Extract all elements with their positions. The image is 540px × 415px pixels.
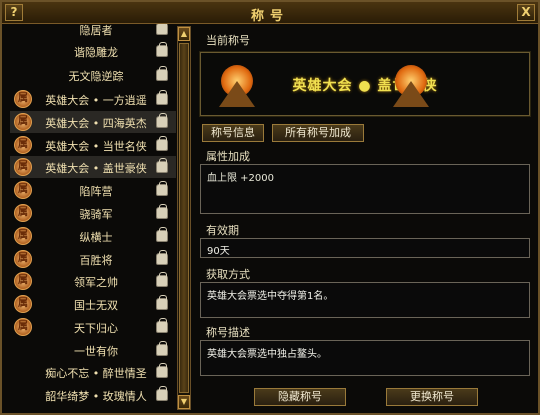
description-box: 英雄大会票选中独占鳌头。 (200, 340, 530, 376)
list-item-label: 陷阵营 (79, 185, 113, 198)
list-item[interactable]: 属 英雄大会 • 四海英杰 (10, 111, 176, 133)
lock-icon (156, 363, 168, 378)
title-badge-icon: 属 (14, 136, 32, 154)
list-item-label: 天下归心 (74, 322, 118, 335)
list-item-label: 百胜将 (79, 254, 113, 267)
sunset-emblem-icon (219, 59, 255, 109)
lock-icon (156, 204, 168, 219)
attributes-label: 属性加成 (206, 150, 250, 163)
lock-icon (156, 341, 168, 356)
title-badge-icon: 属 (14, 90, 32, 108)
title-bar: ? 称号 X (2, 2, 538, 24)
title-badge-icon: 属 (14, 204, 32, 222)
lock-icon (156, 227, 168, 242)
validity-label: 有效期 (206, 224, 239, 237)
list-item-label: 韶华绮梦 • 玫瑰情人 (45, 390, 147, 403)
attributes-box: 血上限 +2000 (200, 164, 530, 214)
close-button[interactable]: X (517, 4, 535, 21)
list-item[interactable]: 韶华绮梦 • 玫瑰情人 (10, 384, 176, 406)
title-badge-icon: 属 (14, 272, 32, 290)
lock-icon (156, 295, 168, 310)
attributes-value: 血上限 +2000 (207, 173, 275, 184)
lock-icon (156, 181, 168, 196)
list-item[interactable]: 隐居者 (10, 24, 176, 40)
list-item-label: 骁骑军 (79, 208, 113, 221)
title-badge-icon: 属 (14, 113, 32, 131)
lock-icon (156, 272, 168, 287)
lock-icon (156, 250, 168, 265)
list-item-label: 谐隐雕龙 (74, 46, 118, 59)
list-item-label: 纵横士 (79, 231, 113, 244)
title-badge-icon: 属 (14, 318, 32, 336)
lock-icon (156, 24, 168, 35)
description-value: 英雄大会票选中独占鳌头。 (207, 349, 327, 360)
window-title: 称号 (250, 9, 289, 24)
lock-icon (156, 66, 168, 81)
current-title-banner: 英雄大会 ● 盖世豪侠 (199, 51, 531, 117)
title-badge-icon: 属 (14, 295, 32, 313)
list-item[interactable]: 属 骁骑军 (10, 202, 176, 224)
acquire-value: 英雄大会票选中夺得第1名。 (207, 291, 334, 302)
lock-icon (156, 158, 168, 173)
list-item-label: 英雄大会 • 一方逍遥 (45, 94, 147, 107)
list-item[interactable]: 谐隐雕龙 (10, 40, 176, 62)
lock-icon (156, 42, 168, 57)
list-item-label: 英雄大会 • 当世名侠 (45, 140, 147, 153)
list-item-label: 痴心不忘 • 醉世情圣 (45, 367, 147, 380)
acquire-label: 获取方式 (206, 268, 250, 281)
list-item[interactable]: 属 天下归心 (10, 316, 176, 338)
list-item-label: 国士无双 (74, 299, 118, 312)
acquire-box: 英雄大会票选中夺得第1名。 (200, 282, 530, 318)
list-item-label: 英雄大会 • 盖世豪侠 (45, 162, 147, 175)
lock-icon (156, 90, 168, 105)
list-item[interactable]: 属 纵横士 (10, 225, 176, 247)
validity-value: 90天 (207, 246, 230, 257)
lock-icon (156, 113, 168, 128)
list-item-label: 一世有你 (74, 345, 118, 358)
tab-all-bonus[interactable]: 所有称号加成 (272, 124, 364, 142)
lock-icon (156, 318, 168, 333)
list-item-label: 隐居者 (79, 24, 113, 37)
hide-title-button[interactable]: 隐藏称号 (254, 388, 346, 406)
list-item[interactable]: 属 英雄大会 • 当世名侠 (10, 134, 176, 156)
scroll-up-button[interactable]: ▲ (178, 27, 190, 41)
list-item[interactable]: 属 英雄大会 • 一方逍遥 (10, 88, 176, 110)
list-item-label: 领军之帅 (74, 276, 118, 289)
list-item-selected[interactable]: 属 英雄大会 • 盖世豪侠 (10, 156, 176, 178)
title-detail-panel: 当前称号 英雄大会 ● 盖世豪侠 称号信息 所有称号加成 属性加成 血上限 +2… (194, 24, 538, 414)
lock-icon (156, 136, 168, 151)
validity-box: 90天 (200, 238, 530, 258)
list-item[interactable]: 属 领军之帅 (10, 270, 176, 292)
title-badge-icon: 属 (14, 227, 32, 245)
title-badge-icon: 属 (14, 158, 32, 176)
scroll-down-button[interactable]: ▼ (178, 395, 190, 409)
scroll-thumb[interactable] (179, 43, 189, 393)
lock-icon (156, 386, 168, 401)
list-scrollbar[interactable]: ▲ ▼ (177, 26, 191, 410)
list-item[interactable]: 一世有你 (10, 339, 176, 361)
list-item[interactable]: 属 国士无双 (10, 293, 176, 315)
list-item-label: 无文隐逆踪 (68, 70, 124, 83)
title-list: 隐居者 谐隐雕龙 无文隐逆踪 属 英雄大会 • 一方逍遥 属 英雄大会 • 四海… (10, 24, 176, 410)
title-window: ? 称号 X 隐居者 谐隐雕龙 无文隐逆踪 属 英雄大会 • 一方逍遥 属 英雄… (0, 0, 540, 415)
current-title-label: 当前称号 (206, 34, 250, 47)
sunset-emblem-icon (393, 59, 429, 109)
banner-title-text: 英雄大会 ● 盖世豪侠 (292, 78, 438, 94)
list-item[interactable]: 无文隐逆踪 (10, 64, 176, 86)
change-title-button[interactable]: 更换称号 (386, 388, 478, 406)
list-item-label: 英雄大会 • 四海英杰 (45, 117, 147, 130)
list-item[interactable]: 痴心不忘 • 醉世情圣 (10, 361, 176, 383)
tab-title-info[interactable]: 称号信息 (202, 124, 264, 142)
description-label: 称号描述 (206, 326, 250, 339)
list-item[interactable]: 属 陷阵营 (10, 179, 176, 201)
list-item[interactable]: 属 百胜将 (10, 248, 176, 270)
title-badge-icon: 属 (14, 250, 32, 268)
title-badge-icon: 属 (14, 181, 32, 199)
